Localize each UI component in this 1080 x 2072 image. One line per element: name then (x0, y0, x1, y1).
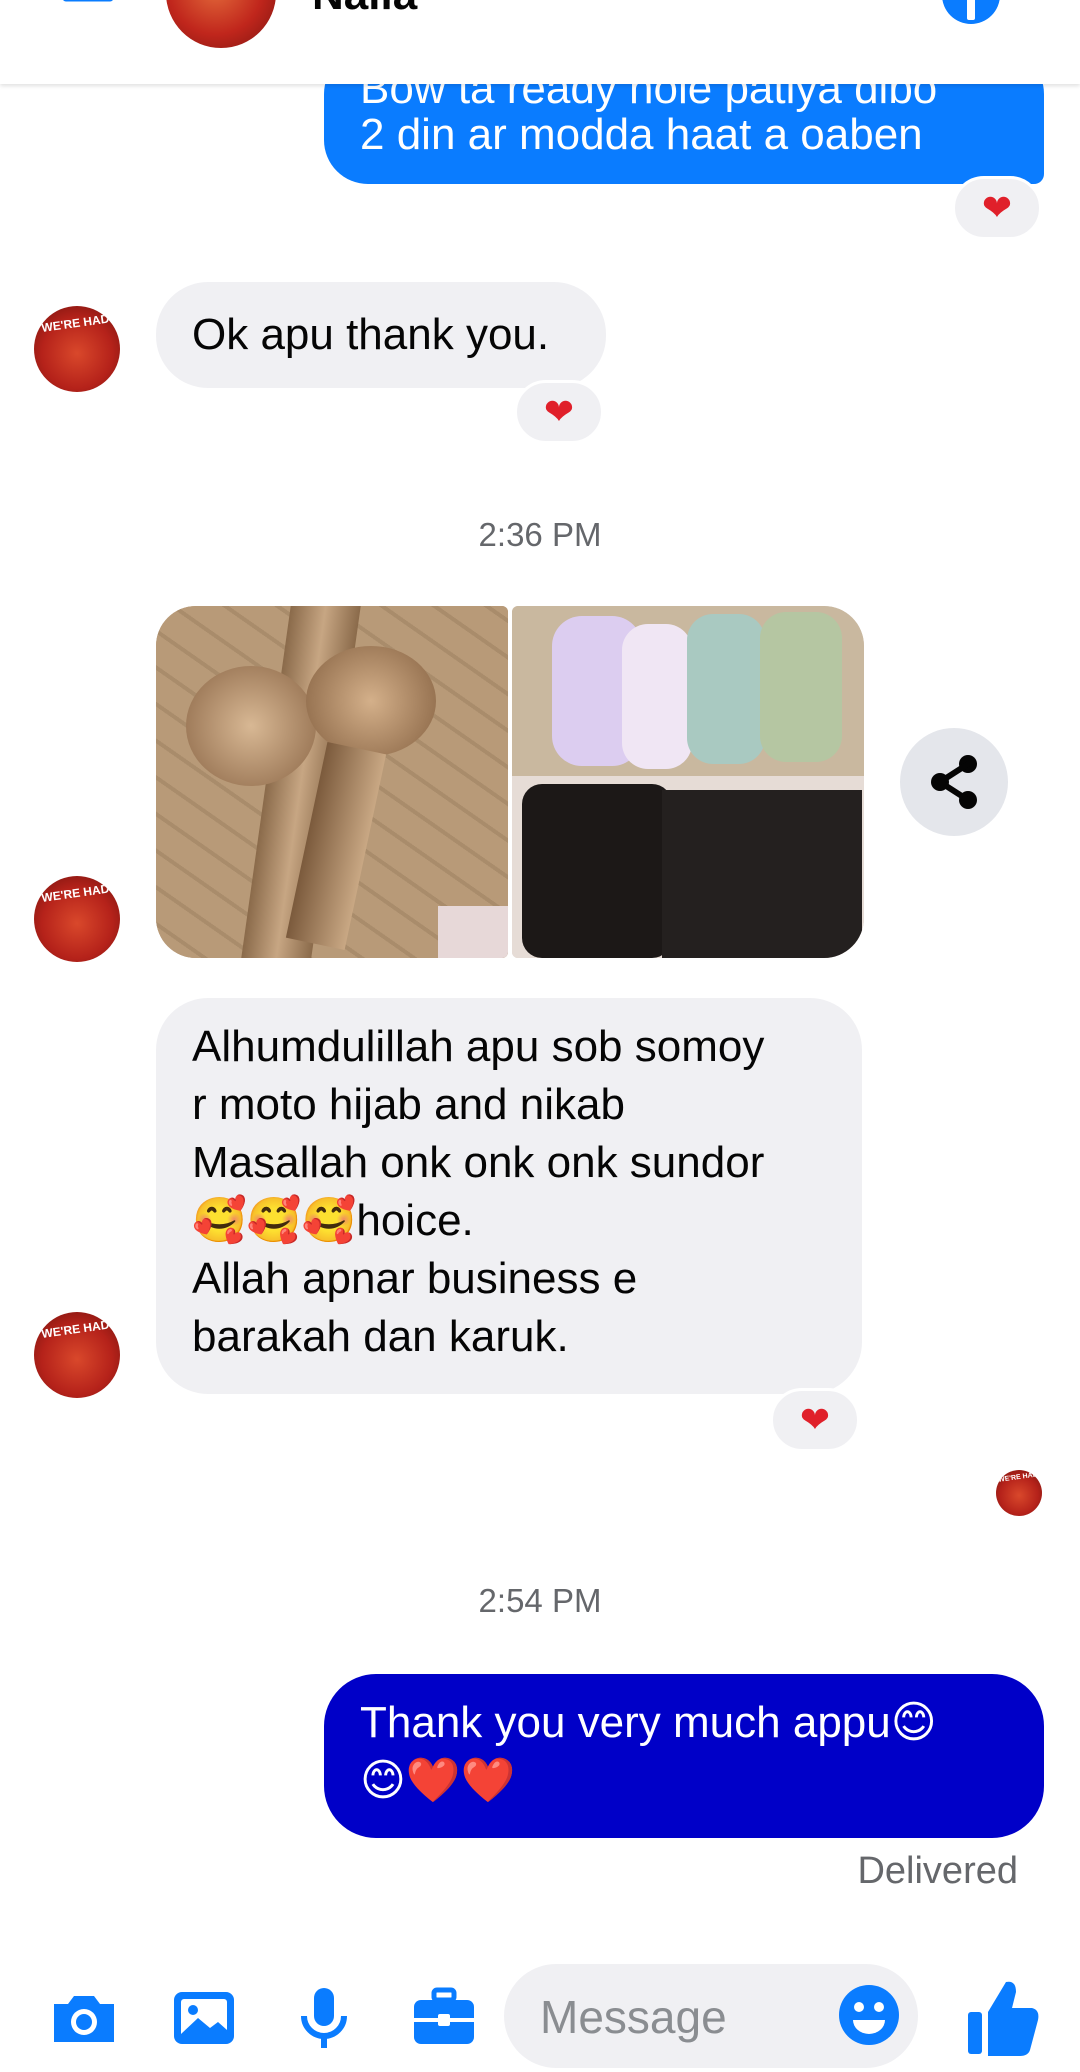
heart-reaction[interactable]: ❤ (770, 1388, 860, 1452)
emoji-icon[interactable] (836, 1982, 902, 2048)
photo-attachment-gift-box[interactable] (156, 606, 508, 958)
sender-avatar[interactable]: WE'RE HADI (34, 306, 120, 392)
contact-name[interactable]: Naila (312, 0, 417, 20)
message-input[interactable]: Message (504, 1964, 918, 2068)
message-line: Masallah onk onk onk sundor (192, 1138, 765, 1187)
photo-attachment-hijabs[interactable] (512, 606, 864, 958)
timestamp: 2:54 PM (478, 1582, 602, 1619)
heart-reaction[interactable]: ❤ (952, 176, 1042, 240)
microphone-icon[interactable] (288, 1982, 360, 2054)
back-arrow-icon[interactable] (58, 0, 118, 22)
message-line: 🥰🥰🥰hoice. (192, 1196, 474, 1245)
message-line: Thank you very much appu😊 (360, 1698, 937, 1747)
camera-icon[interactable] (48, 1982, 120, 2054)
sender-avatar[interactable]: WE'RE HADI (34, 876, 120, 962)
incoming-message[interactable]: Ok apu thank you. (156, 282, 606, 388)
share-icon (931, 755, 977, 809)
contact-avatar[interactable] (166, 0, 276, 48)
briefcase-icon[interactable] (408, 1982, 480, 2054)
share-button[interactable] (900, 728, 1008, 836)
info-icon[interactable] (942, 0, 1000, 24)
message-line: Allah apnar business e (192, 1254, 638, 1303)
message-text: 2 din ar modda haat a oaben (360, 110, 923, 159)
sender-avatar[interactable]: WE'RE HADI (34, 1312, 120, 1398)
timestamp: 2:36 PM (478, 516, 602, 553)
message-line: barakah dan karuk. (192, 1312, 569, 1361)
message-line: Alhumdulillah apu sob somoy (192, 1022, 765, 1071)
message-line: 😊❤️❤️ (360, 1756, 516, 1805)
outgoing-message[interactable]: Thank you very much appu😊 😊❤️❤️ (324, 1674, 1044, 1838)
message-placeholder: Message (540, 1991, 727, 2043)
message-text: Ok apu thank you. (192, 310, 550, 359)
gallery-icon[interactable] (168, 1982, 240, 2054)
seen-indicator-avatar: WE'RE HADI (996, 1470, 1042, 1516)
heart-reaction[interactable]: ❤ (514, 380, 604, 444)
thumbs-up-icon[interactable] (966, 1978, 1040, 2058)
conversation-header: Naila (0, 0, 1080, 84)
incoming-message[interactable]: Alhumdulillah apu sob somoy r moto hijab… (156, 998, 862, 1394)
message-line: r moto hijab and nikab (192, 1080, 625, 1129)
delivery-status: Delivered (857, 1850, 1018, 1892)
